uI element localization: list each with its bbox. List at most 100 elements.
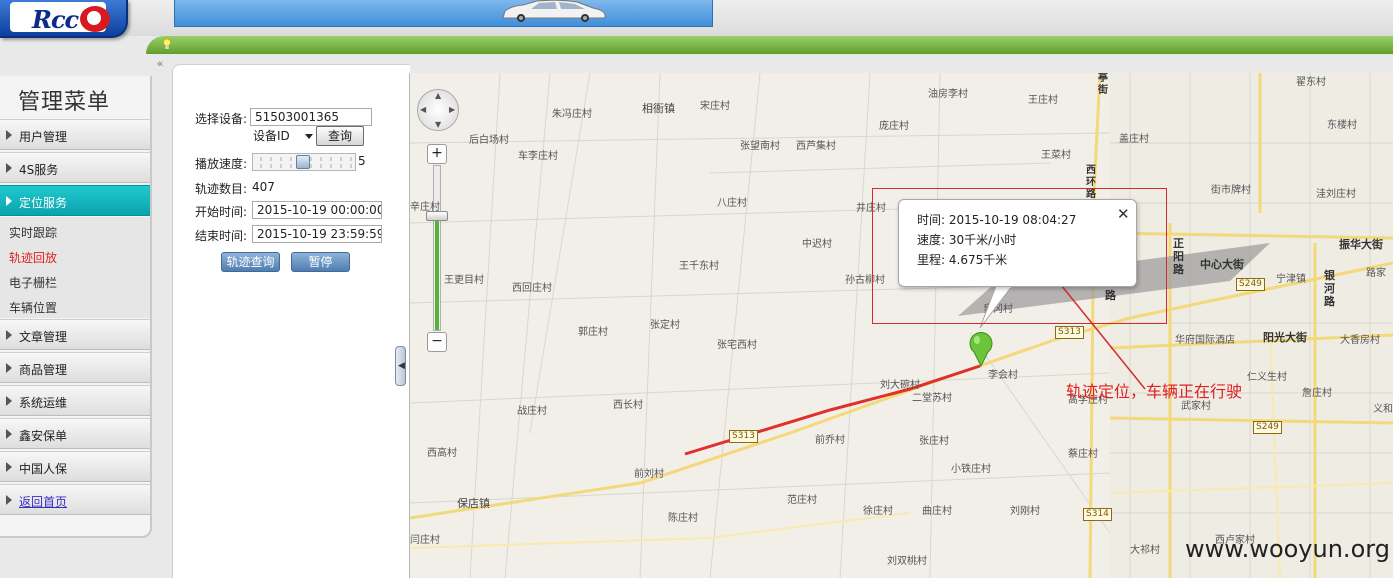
sidebar-item-xinan-policy[interactable]: 鑫安保单 <box>0 418 150 449</box>
map-label: 大香房村 <box>1340 335 1380 346</box>
submenu-item-realtime-tracking[interactable]: 实时跟踪 <box>9 224 57 241</box>
sidebar-item-location-service[interactable]: 定位服务 <box>0 185 150 216</box>
device-type-select[interactable]: 设备ID <box>253 127 313 145</box>
start-time-input[interactable] <box>252 201 382 219</box>
sidebar-item-product-management[interactable]: 商品管理 <box>0 352 150 383</box>
map-label: 路家 <box>1366 268 1386 279</box>
map-label: 前乔村 <box>815 435 845 446</box>
map-label: 庞庄村 <box>879 121 909 132</box>
triangle-right-icon <box>6 196 12 206</box>
map-label: 车李庄村 <box>518 151 558 162</box>
map-label: 西回庄村 <box>512 283 552 294</box>
device-input[interactable] <box>250 108 372 126</box>
map-label: 小铁庄村 <box>951 464 991 475</box>
sidebar-item-system-ops[interactable]: 系统运维 <box>0 385 150 416</box>
map-label: 王庄村 <box>1028 95 1058 106</box>
sidebar-item-user-management[interactable]: 用户管理 <box>0 119 150 150</box>
sidebar-item-label: 用户管理 <box>19 130 68 144</box>
triangle-right-icon <box>6 429 12 439</box>
map-pan-control[interactable]: ▲ ▼ ◀ ▶ <box>417 89 459 131</box>
map-label: 蔡庄村 <box>1068 449 1098 460</box>
sidebar-item-back-home[interactable]: 返回首页 <box>0 484 150 515</box>
submenu-item-track-playback[interactable]: 轨迹回放 <box>9 249 57 266</box>
pan-up-icon[interactable]: ▲ <box>435 91 441 100</box>
sidebar-item-label: 系统运维 <box>19 396 68 410</box>
map-label: 保店镇 <box>457 497 490 510</box>
track-query-button[interactable]: 轨迹查询 <box>221 252 280 272</box>
logo[interactable]: Rcc <box>0 0 128 38</box>
speed-value: 5 <box>358 154 366 168</box>
zoom-in-button[interactable]: + <box>427 144 447 164</box>
chevron-left-icon: ◀ <box>398 361 405 371</box>
location-pin-icon[interactable] <box>968 331 994 367</box>
map-label: 后白场村 <box>469 135 509 146</box>
road-label: 亭街 <box>1098 73 1108 96</box>
map-label: 闫庄村 <box>410 535 440 546</box>
query-button[interactable]: 查询 <box>316 126 364 146</box>
speed-label: 播放速度: <box>195 157 248 171</box>
logo-text: Rcc <box>32 5 79 34</box>
road-label: 正阳路 <box>1173 237 1184 276</box>
map-label: 街市牌村 <box>1211 185 1251 196</box>
sidebar-item-label: 定位服务 <box>19 196 68 210</box>
map-label: 郭庄村 <box>578 327 608 338</box>
submenu-item-vehicle-position[interactable]: 车辆位置 <box>9 299 57 316</box>
map-label: 仁义生村 <box>1247 372 1287 383</box>
device-label: 选择设备: <box>195 112 248 126</box>
header-banner <box>174 0 713 27</box>
annotation-text: 轨迹定位，车辆正在行驶 <box>1066 382 1243 401</box>
sidebar-item-4s-service[interactable]: 4S服务 <box>0 152 150 183</box>
map-label: 东楼村 <box>1327 120 1357 131</box>
map-label: 振华大街 <box>1339 238 1383 251</box>
triangle-right-icon <box>6 130 12 140</box>
map-label: 西高村 <box>427 448 457 459</box>
map-label: 中心大街 <box>1200 258 1244 271</box>
map-label: 义和 <box>1373 404 1393 415</box>
track-control-panel: 选择设备: 设备ID 查询 播放速度: 5 <box>172 64 410 578</box>
pan-down-icon[interactable]: ▼ <box>435 120 441 129</box>
zoom-slider[interactable] <box>433 165 441 331</box>
map-label: 李会村 <box>988 370 1018 381</box>
road-label: 银河路 <box>1324 269 1335 308</box>
submenu-item-geofence[interactable]: 电子栅栏 <box>9 274 57 291</box>
sidebar-item-article-management[interactable]: 文章管理 <box>0 319 150 350</box>
highway-shield: S249 <box>1236 278 1265 291</box>
map-label: 盖庄村 <box>1119 134 1149 145</box>
map-label: 张庄村 <box>919 436 949 447</box>
map-label: 王菜村 <box>1041 150 1071 161</box>
pause-button[interactable]: 暂停 <box>291 252 350 272</box>
map-label: 华府国际酒店 <box>1175 335 1235 346</box>
sidebar-item-label: 4S服务 <box>19 163 59 177</box>
map-view[interactable]: ▲ ▼ ◀ ▶ + − 朱冯庄村 相衙镇 宋庄村 油房李村 王庄村 翟东村 后白… <box>410 73 1393 578</box>
triangle-right-icon <box>6 330 12 340</box>
map-label: 相衙镇 <box>642 102 675 115</box>
sidebar-item-label: 中国人保 <box>19 462 68 476</box>
map-label: 徐庄村 <box>863 506 893 517</box>
pan-right-icon[interactable]: ▶ <box>449 105 455 114</box>
map-label: 王千东村 <box>679 261 719 272</box>
map-label: 中迟村 <box>802 239 832 250</box>
sidebar-item-label: 文章管理 <box>19 330 68 344</box>
speed-slider-thumb[interactable] <box>296 155 310 169</box>
map-label: 张宅西村 <box>717 340 757 351</box>
collapse-sidebar-icon[interactable]: « <box>152 57 168 71</box>
sidebar-item-picc[interactable]: 中国人保 <box>0 451 150 482</box>
logo-swoosh-icon <box>80 6 110 32</box>
lightbulb-icon <box>163 38 171 49</box>
map-label: 范庄村 <box>787 495 817 506</box>
end-time-input[interactable] <box>252 225 382 243</box>
pan-left-icon[interactable]: ◀ <box>420 105 426 114</box>
map-label: 翟东村 <box>1296 77 1326 88</box>
map-label: 阳光大街 <box>1263 331 1307 344</box>
submenu-location: 实时跟踪 轨迹回放 电子栅栏 车辆位置 <box>0 217 150 318</box>
triangle-right-icon <box>6 462 12 472</box>
sidebar-item-label: 商品管理 <box>19 363 68 377</box>
zoom-out-button[interactable]: − <box>427 332 447 352</box>
panel-toggle-handle[interactable]: ◀ <box>395 346 406 386</box>
map-label: 辛庄村 <box>410 202 440 213</box>
map-label: 大祁村 <box>1130 545 1160 556</box>
chevron-down-icon <box>305 134 313 139</box>
map-label: 张望南村 <box>740 141 780 152</box>
speed-slider[interactable] <box>252 153 356 171</box>
map-label: 王更目村 <box>444 275 484 286</box>
